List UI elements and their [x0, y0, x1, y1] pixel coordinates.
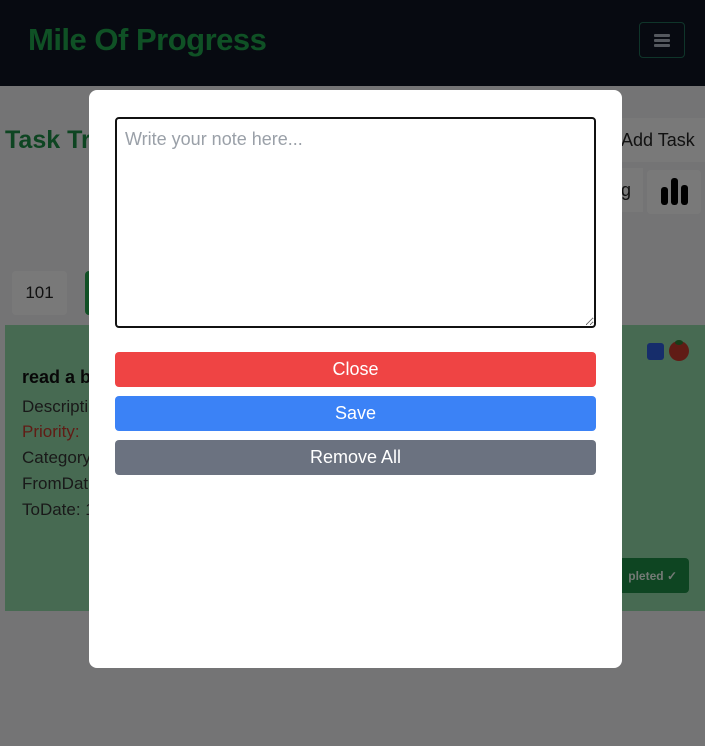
- close-button[interactable]: Close: [115, 352, 596, 387]
- save-button[interactable]: Save: [115, 396, 596, 431]
- note-modal: Close Save Remove All: [89, 90, 622, 668]
- remove-all-button[interactable]: Remove All: [115, 440, 596, 475]
- note-textarea[interactable]: [115, 117, 596, 328]
